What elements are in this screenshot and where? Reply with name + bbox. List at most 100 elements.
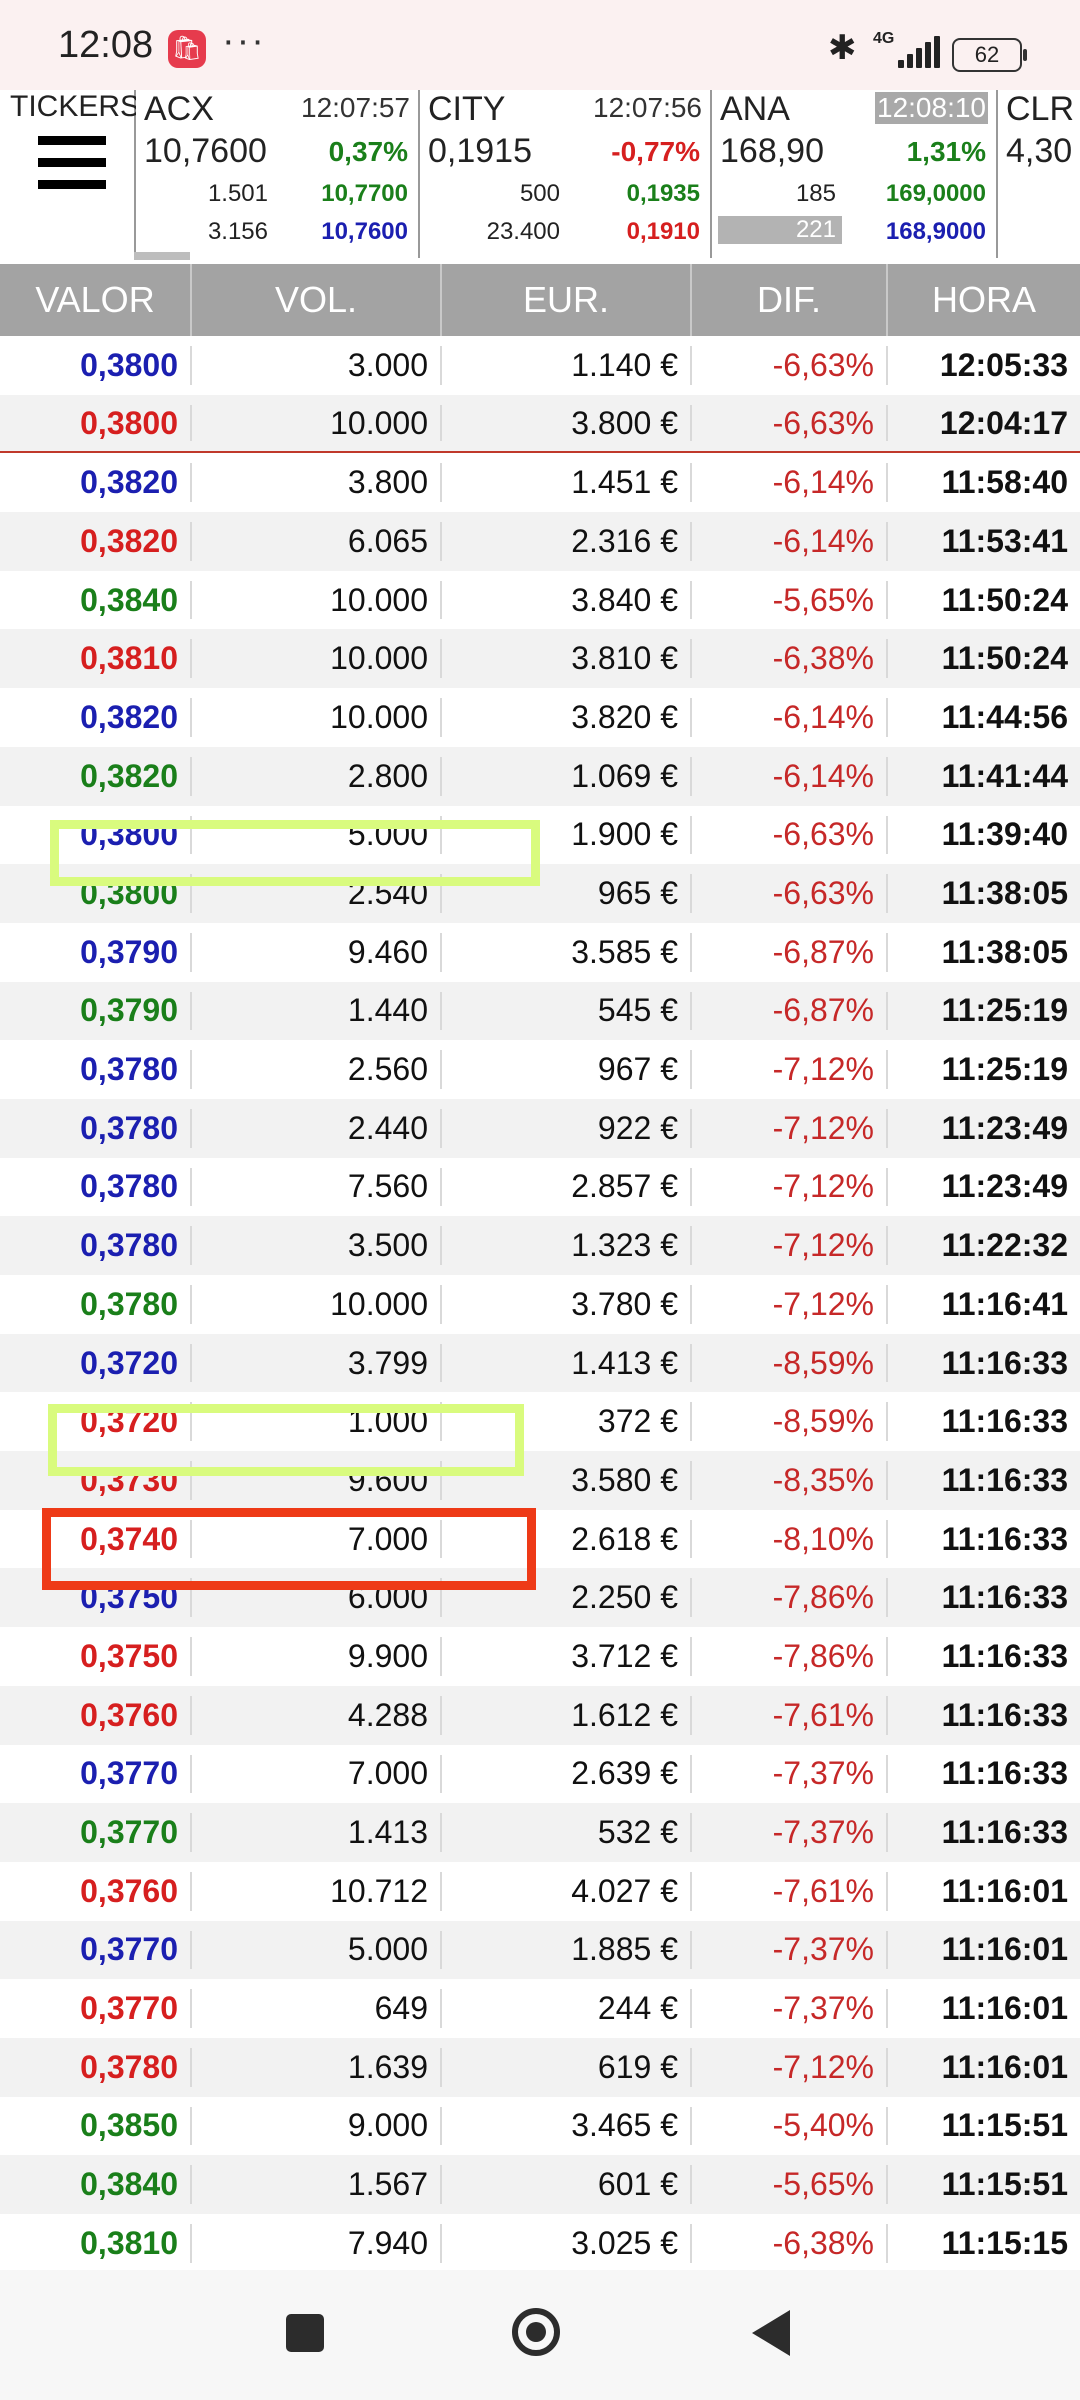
cell-volume: 3.500 xyxy=(190,1216,440,1275)
cell-hora: 11:15:51 xyxy=(886,2097,1080,2156)
cell-volume: 7.940 xyxy=(190,2214,440,2270)
cell-hora: 11:23:49 xyxy=(886,1099,1080,1158)
more-notifications-icon: ··· xyxy=(222,20,266,62)
table-row[interactable]: 0,3770 649 244 € -7,37% 11:16:01 xyxy=(0,1979,1080,2038)
cell-hora: 11:41:44 xyxy=(886,747,1080,806)
cell-hora: 11:38:05 xyxy=(886,864,1080,923)
ticker-time: 12:07:56 xyxy=(593,92,702,123)
table-row[interactable]: 0,3780 7.560 2.857 € -7,12% 11:23:49 xyxy=(0,1158,1080,1217)
hamburger-menu-icon[interactable] xyxy=(38,136,106,190)
ticker-ask-qty: 23.400 xyxy=(486,218,560,245)
table-row[interactable]: 0,3770 1.413 532 € -7,37% 11:16:33 xyxy=(0,1803,1080,1862)
cell-hora: 11:16:33 xyxy=(886,1334,1080,1393)
table-row[interactable]: 0,3750 9.900 3.712 € -7,86% 11:16:33 xyxy=(0,1627,1080,1686)
cell-valor: 0,3770 xyxy=(80,1755,178,1792)
table-row[interactable]: 0,3780 2.440 922 € -7,12% 11:23:49 xyxy=(0,1098,1080,1158)
header-hora[interactable]: HORA xyxy=(886,264,1080,336)
ticker-card-ana[interactable]: ANA 12:08:10 168,90 1,31% 185 169,0000 2… xyxy=(712,90,998,258)
cell-eur: 3.712 € xyxy=(440,1627,690,1686)
cell-valor: 0,3790 xyxy=(80,992,178,1029)
table-row[interactable]: 0,3780 2.560 967 € -7,12% 11:25:19 xyxy=(0,1040,1080,1099)
cell-hora: 11:58:40 xyxy=(886,453,1080,512)
cell-hora: 11:16:33 xyxy=(886,1451,1080,1510)
ticker-scrollbar[interactable] xyxy=(134,252,190,260)
cell-valor: 0,3780 xyxy=(80,1168,178,1205)
cell-dif: -7,37% xyxy=(690,1803,886,1862)
table-row[interactable]: 0,3760 4.288 1.612 € -7,61% 11:16:33 xyxy=(0,1685,1080,1745)
cell-hora: 11:25:19 xyxy=(886,982,1080,1041)
table-row[interactable]: 0,3820 10.000 3.820 € -6,14% 11:44:56 xyxy=(0,688,1080,747)
cell-dif: -6,38% xyxy=(690,629,886,688)
ticker-change: 1,31% xyxy=(906,136,986,167)
table-row[interactable]: 0,3810 7.940 3.025 € -6,38% 11:15:15 xyxy=(0,2214,1080,2270)
ticker-card-clr[interactable]: CLR 4,30 xyxy=(998,90,1080,258)
cell-volume: 2.560 xyxy=(190,1040,440,1099)
cell-volume: 10.000 xyxy=(190,1275,440,1334)
table-row[interactable]: 0,3840 1.567 601 € -5,65% 11:15:51 xyxy=(0,2155,1080,2214)
ticker-price: 168,90 xyxy=(720,132,824,170)
table-row[interactable]: 0,3720 3.799 1.413 € -8,59% 11:16:33 xyxy=(0,1333,1080,1393)
cell-dif: -8,35% xyxy=(690,1451,886,1510)
battery-icon: 62 xyxy=(952,38,1027,72)
cell-volume: 9.000 xyxy=(190,2097,440,2156)
ticker-card-acx[interactable]: ACX 12:07:57 10,7600 0,37% 1.501 10,7700… xyxy=(136,90,420,258)
cell-dif: -7,12% xyxy=(690,1275,886,1334)
header-valor[interactable]: VALOR xyxy=(0,264,190,336)
table-row[interactable]: 0,3820 2.800 1.069 € -6,14% 11:41:44 xyxy=(0,746,1080,806)
table-row[interactable]: 0,3820 6.065 2.316 € -6,14% 11:53:41 xyxy=(0,512,1080,571)
cell-hora: 11:16:01 xyxy=(886,2038,1080,2097)
cell-dif: -7,37% xyxy=(690,1979,886,2038)
cell-valor: 0,3820 xyxy=(80,757,178,794)
back-icon[interactable] xyxy=(752,2310,790,2356)
table-row[interactable]: 0,3780 1.639 619 € -7,12% 11:16:01 xyxy=(0,2037,1080,2097)
header-dif[interactable]: DIF. xyxy=(690,264,886,336)
ticker-symbol: CLR xyxy=(1006,90,1075,128)
table-row[interactable]: 0,3790 1.440 545 € -6,87% 11:25:19 xyxy=(0,981,1080,1041)
table-row[interactable]: 0,3770 5.000 1.885 € -7,37% 11:16:01 xyxy=(0,1920,1080,1980)
highlight-box-yellow-2 xyxy=(48,1404,524,1476)
cell-hora: 11:53:41 xyxy=(886,512,1080,571)
ticker-change: 0,37% xyxy=(328,136,408,167)
ticker-symbol: ACX xyxy=(144,90,214,128)
cell-hora: 11:16:33 xyxy=(886,1745,1080,1804)
cell-eur: 3.800 € xyxy=(440,395,690,452)
ticker-card-city[interactable]: CITY 12:07:56 0,1915 -0,77% 500 0,1935 2… xyxy=(420,90,712,258)
cell-hora: 11:16:33 xyxy=(886,1803,1080,1862)
cell-valor: 0,3780 xyxy=(80,2048,178,2085)
table-row[interactable]: 0,3790 9.460 3.585 € -6,87% 11:38:05 xyxy=(0,923,1080,982)
cell-eur: 1.612 € xyxy=(440,1686,690,1745)
ticker-bid-qty: 185 xyxy=(795,180,836,207)
table-row[interactable]: 0,3800 3.000 1.140 € -6,63% 12:05:33 xyxy=(0,336,1080,395)
highlight-box-yellow-1 xyxy=(50,820,540,886)
header-eur[interactable]: EUR. xyxy=(440,264,690,336)
cell-hora: 11:16:33 xyxy=(886,1392,1080,1451)
table-row[interactable]: 0,3780 3.500 1.323 € -7,12% 11:22:32 xyxy=(0,1216,1080,1275)
ticker-price: 0,1915 xyxy=(428,132,532,170)
table-row[interactable]: 0,3780 10.000 3.780 € -7,12% 11:16:41 xyxy=(0,1275,1080,1334)
home-icon[interactable] xyxy=(512,2308,560,2356)
table-row[interactable]: 0,3810 10.000 3.810 € -6,38% 11:50:24 xyxy=(0,629,1080,689)
cell-hora: 11:50:24 xyxy=(886,571,1080,630)
tickers-menu[interactable]: TICKERS xyxy=(0,90,140,258)
cell-dif: -7,12% xyxy=(690,2038,886,2097)
ticker-price: 10,7600 xyxy=(144,132,267,170)
table-row[interactable]: 0,3800 10.000 3.800 € -6,63% 12:04:17 xyxy=(0,394,1080,454)
table-row[interactable]: 0,3770 7.000 2.639 € -7,37% 11:16:33 xyxy=(0,1745,1080,1804)
cell-volume: 4.288 xyxy=(190,1686,440,1745)
header-vol[interactable]: VOL. xyxy=(190,264,440,336)
ticker-strip[interactable]: TICKERS ACX 12:07:57 10,7600 0,37% 1.501… xyxy=(0,90,1080,267)
table-row[interactable]: 0,3850 9.000 3.465 € -5,40% 11:15:51 xyxy=(0,2097,1080,2156)
cell-volume: 9.900 xyxy=(190,1627,440,1686)
cell-valor: 0,3790 xyxy=(80,933,178,970)
cell-hora: 11:23:49 xyxy=(886,1158,1080,1217)
highlight-box-red xyxy=(42,1508,536,1590)
table-row[interactable]: 0,3840 10.000 3.840 € -5,65% 11:50:24 xyxy=(0,571,1080,630)
cell-volume: 9.460 xyxy=(190,923,440,982)
table-row[interactable]: 0,3760 10.712 4.027 € -7,61% 11:16:01 xyxy=(0,1862,1080,1921)
table-row[interactable]: 0,3820 3.800 1.451 € -6,14% 11:58:40 xyxy=(0,453,1080,512)
trades-table[interactable]: 0,3800 3.000 1.140 € -6,63% 12:05:33 0,3800 10… xyxy=(0,336,1080,2270)
recent-apps-icon[interactable] xyxy=(286,2314,324,2352)
cell-volume: 10.000 xyxy=(190,629,440,688)
cell-valor: 0,3720 xyxy=(80,1344,178,1381)
cell-valor: 0,3750 xyxy=(80,1637,178,1674)
